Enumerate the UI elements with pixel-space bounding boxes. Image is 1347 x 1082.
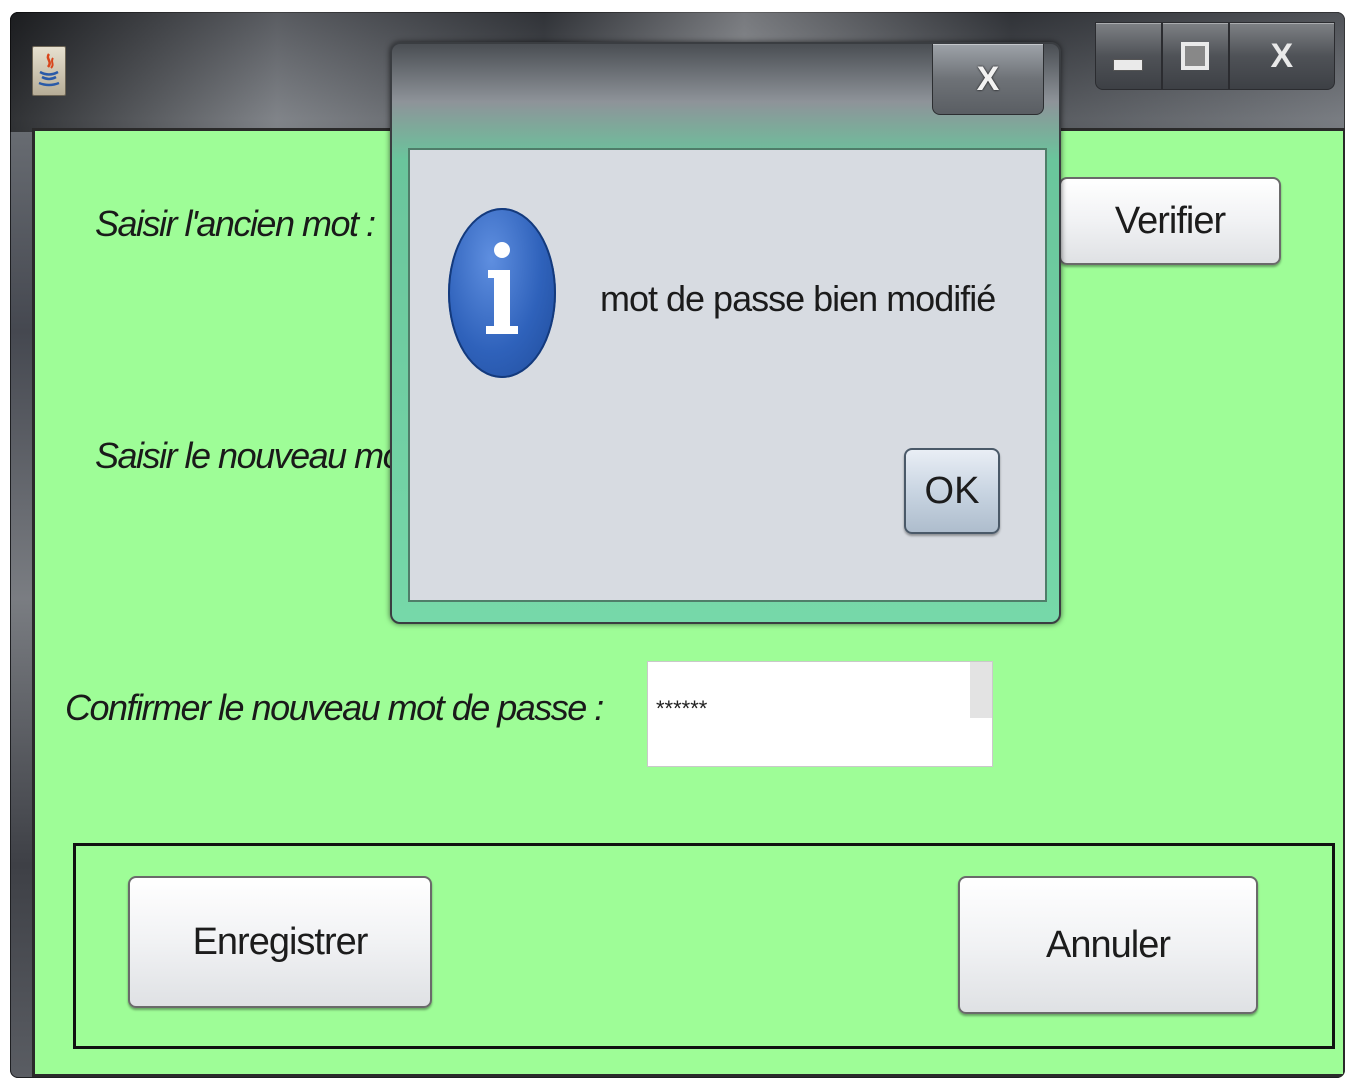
maximize-icon [1181,42,1210,70]
verify-button[interactable]: Verifier [1059,177,1281,265]
dialog-close-button[interactable]: X [932,44,1044,115]
button-panel: Enregistrer Annuler [73,843,1335,1049]
info-dialog: X mot de passe bien modifié OK [390,42,1061,624]
dialog-body: mot de passe bien modifié OK [408,148,1047,602]
maximize-button[interactable] [1161,22,1229,90]
minimize-button[interactable] [1095,22,1162,90]
confirm-password-label: Confirmer le nouveau mot de passe : [65,687,604,728]
save-button[interactable]: Enregistrer [128,876,432,1008]
window-close-button[interactable]: X [1228,22,1335,90]
dialog-message: mot de passe bien modifié [600,278,996,319]
minimize-icon [1113,59,1144,71]
window-controls: X [1095,22,1335,92]
ok-button[interactable]: OK [904,448,1000,534]
field-scrollbar[interactable] [970,662,992,718]
new-password-label: Saisir le nouveau mot d [95,435,438,476]
confirm-password-field[interactable]: ****** [647,661,993,767]
java-app-icon [32,46,66,96]
info-icon [448,208,556,378]
close-icon: X [976,59,1000,98]
cancel-button[interactable]: Annuler [958,876,1258,1014]
old-password-label: Saisir l'ancien mot : [95,203,376,244]
confirm-password-value: ****** [656,696,708,721]
close-icon: X [1270,36,1294,75]
